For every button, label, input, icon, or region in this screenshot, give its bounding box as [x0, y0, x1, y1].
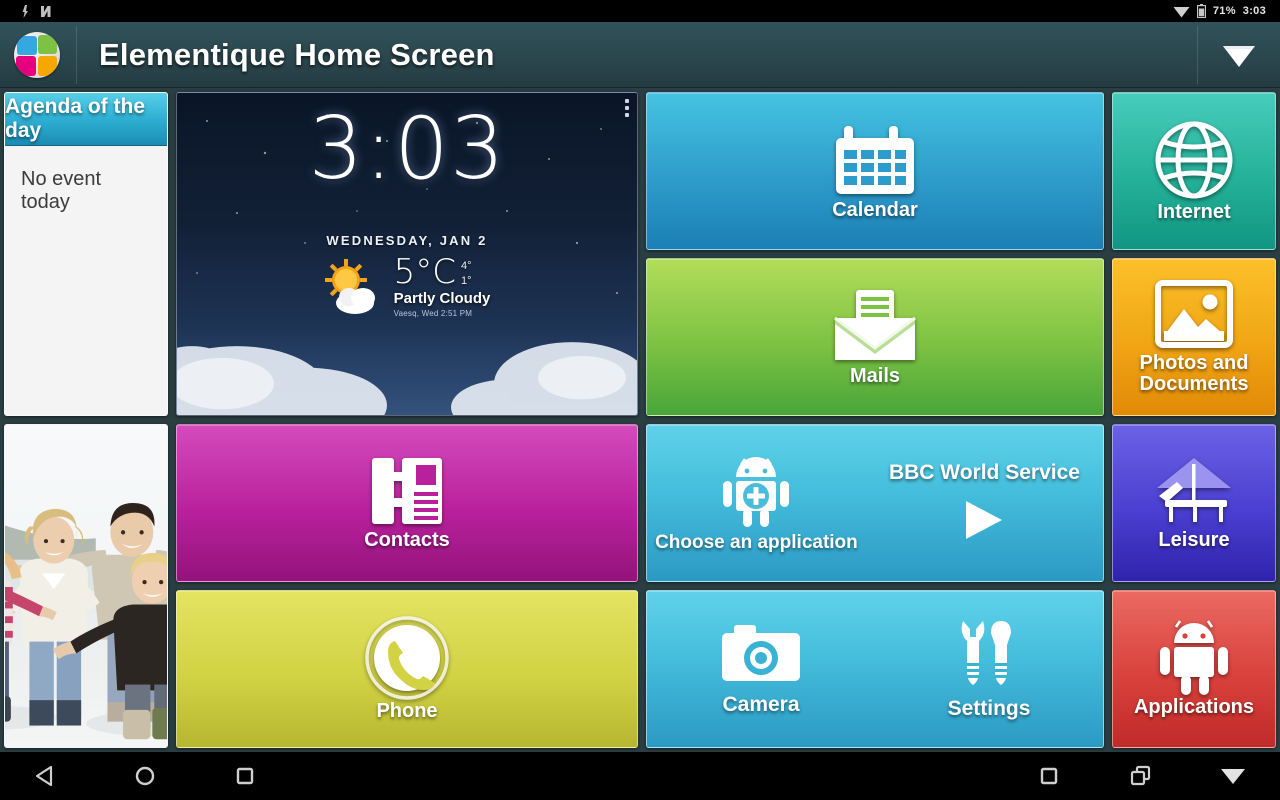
wifi-icon [1223, 45, 1255, 67]
shortcut-label: Settings [947, 697, 1031, 720]
home-circle-icon[interactable] [128, 759, 162, 793]
image-icon [1154, 279, 1234, 353]
home-screen: 71% 3:03 Elementique Home Screen Calenda… [0, 0, 1280, 800]
tile-label: Contacts [364, 529, 450, 552]
clock-time: 3:03 [308, 99, 506, 199]
media-player-widget: Choose an application BBC World Service [646, 424, 1104, 582]
sync-icon [41, 5, 51, 17]
app-bar-separator [76, 25, 77, 84]
app-bar-wifi-button[interactable] [1198, 42, 1280, 68]
clock-date: WEDNESDAY, JAN 2 [326, 233, 488, 248]
tile-contacts[interactable]: Contacts [176, 424, 638, 582]
cell-photos: Photos and Documents [1108, 254, 1280, 420]
cell-photo [0, 420, 172, 752]
cell-phone: Phone [172, 586, 642, 752]
battery-percent-label: 71% [1212, 5, 1236, 17]
agenda-title: Agenda of the day [5, 95, 145, 142]
nav-right-group [1032, 759, 1280, 793]
cell-shortcuts: Camera Settings [642, 586, 1108, 752]
wifi-icon[interactable] [1216, 759, 1250, 793]
back-triangle-icon[interactable] [28, 759, 62, 793]
wifi-icon [1173, 6, 1190, 17]
agenda-body: No event today [5, 146, 167, 415]
tile-label: Internet [1157, 201, 1231, 224]
tile-label: Mails [849, 365, 901, 388]
photo-frame-widget[interactable] [4, 424, 168, 748]
status-clock-label: 3:03 [1242, 5, 1266, 17]
recents-square-icon[interactable] [228, 759, 262, 793]
cell-agenda: Agenda of the day No event today [0, 88, 172, 420]
tile-label: Calendar [832, 199, 918, 222]
android-robot-icon [1154, 619, 1234, 697]
cell-clock: 3:03 WEDNESDAY, JAN 2 5°C 4° 1° Partly C… [172, 88, 642, 420]
tile-internet[interactable]: Internet [1112, 92, 1276, 250]
android-add-icon [723, 456, 790, 527]
agenda-widget[interactable]: Agenda of the day No event today [4, 92, 168, 416]
tile-label: Phone [376, 700, 438, 723]
beach-chair-icon [1149, 454, 1239, 530]
tile-applications[interactable]: Applications [1112, 590, 1276, 748]
choose-application-label: Choose an application [655, 531, 858, 553]
app-title-bar: Elementique Home Screen [0, 22, 1280, 88]
cell-applications: Applications [1108, 586, 1280, 752]
tile-leisure[interactable]: Leisure [1112, 424, 1276, 582]
weather-high: 4° [461, 260, 472, 272]
usb-debug-icon [22, 4, 28, 18]
phone-icon [364, 615, 450, 701]
app-bar-right-group [1197, 25, 1280, 84]
family-running-on-beach-photo [5, 425, 167, 747]
agenda-empty-text: No event today [21, 168, 102, 213]
tile-mails[interactable]: Mails [646, 258, 1104, 416]
battery-icon [1196, 4, 1206, 18]
contacts-book-icon [366, 454, 448, 530]
status-bar-left-icons [8, 4, 54, 18]
page-title: Elementique Home Screen [99, 36, 495, 72]
cell-contacts: Contacts [172, 420, 642, 586]
home-grid: Calendar Agenda of the day No event toda… [0, 88, 1280, 752]
media-right-group: BBC World Service [866, 425, 1103, 581]
cell-calendar: Calendar [642, 88, 1108, 254]
tile-phone[interactable]: Phone [176, 590, 638, 748]
tile-label: Photos and Documents [1139, 351, 1249, 395]
camera-icon [722, 625, 800, 681]
navigation-bar [0, 752, 1280, 800]
media-station-label: BBC World Service [888, 460, 1080, 484]
tile-label: Leisure [1158, 529, 1230, 552]
shortcut-camera[interactable]: Camera [647, 621, 875, 717]
cell-internet: Internet [1108, 88, 1280, 254]
calendar-icon [832, 120, 918, 200]
cell-media: Choose an application BBC World Service [642, 420, 1108, 586]
clouds-decoration [177, 342, 637, 415]
tile-calendar[interactable]: Calendar [646, 92, 1104, 250]
shortcut-settings[interactable]: Settings [875, 617, 1103, 721]
agenda-header: Agenda of the day [5, 93, 167, 146]
status-bar-right-icons: 71% 3:03 [1173, 4, 1272, 18]
multi-window-icon[interactable] [1124, 759, 1158, 793]
nav-left-group [0, 759, 262, 793]
cell-leisure: Leisure [1108, 420, 1280, 586]
clock-weather-widget[interactable]: 3:03 WEDNESDAY, JAN 2 5°C 4° 1° Partly C… [176, 92, 638, 416]
tile-photos-documents[interactable]: Photos and Documents [1112, 258, 1276, 416]
elementique-puzzle-logo[interactable] [14, 31, 60, 78]
shortcut-bar-widget: Camera Settings [646, 590, 1104, 748]
globe-icon [1152, 118, 1236, 202]
tools-icon [961, 621, 1011, 685]
mail-icon [829, 286, 921, 366]
tile-label: Applications [1133, 696, 1254, 719]
screenshot-square-icon[interactable] [1032, 759, 1066, 793]
shortcut-label: Camera [722, 693, 800, 716]
play-icon[interactable] [962, 499, 1006, 546]
cell-mails: Mails [642, 254, 1108, 420]
choose-application-button[interactable]: Choose an application [647, 425, 866, 581]
status-bar: 71% 3:03 [0, 0, 1280, 22]
